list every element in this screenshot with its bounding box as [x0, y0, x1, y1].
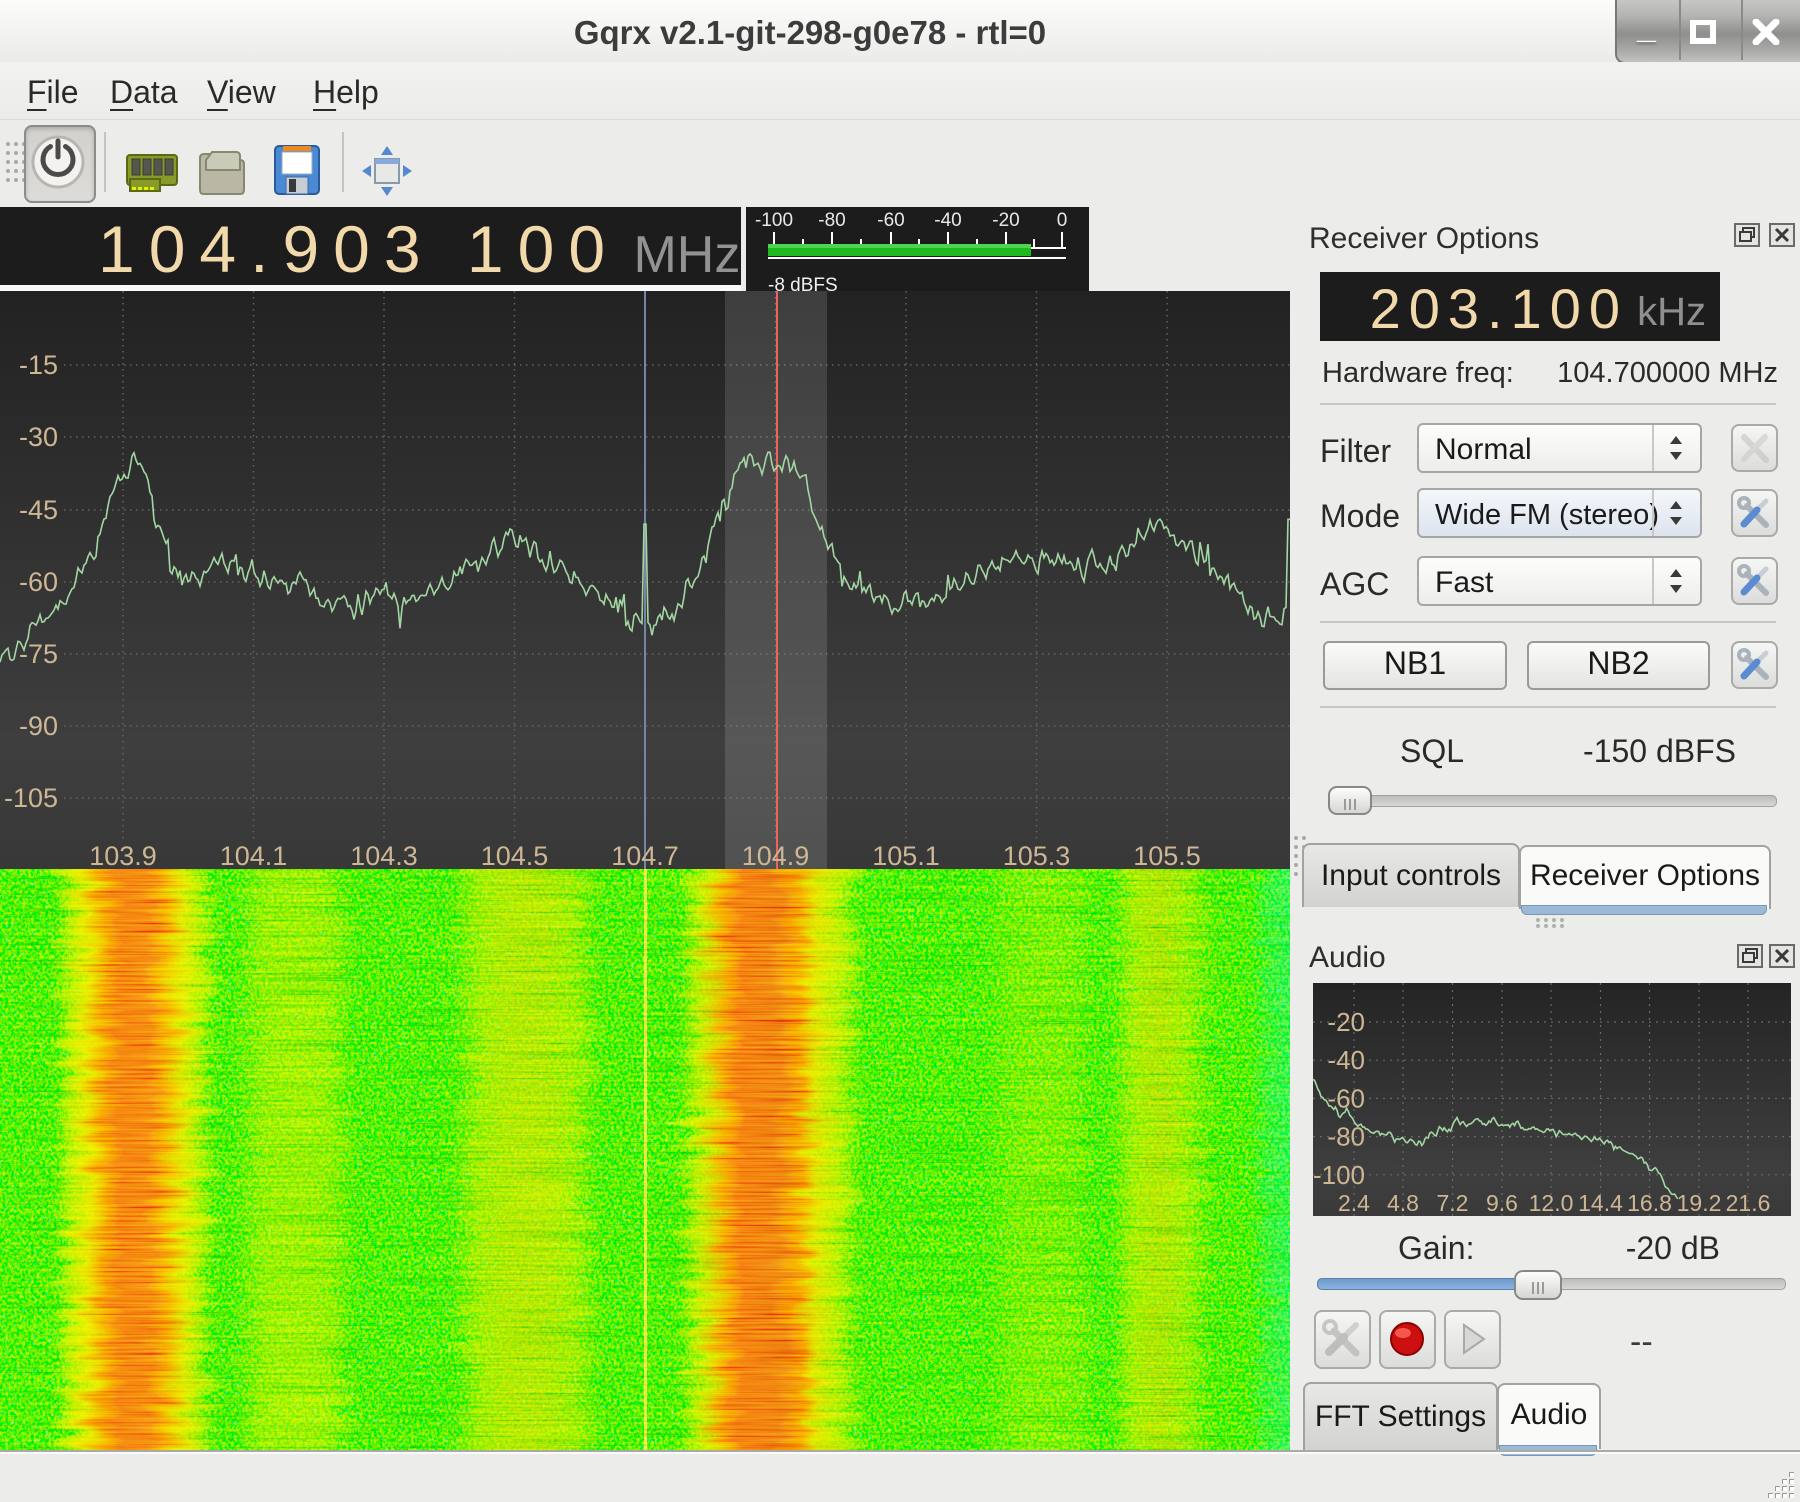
svg-text:105.1: 105.1 [872, 841, 940, 869]
svg-text:104.1: 104.1 [220, 841, 288, 869]
svg-text:-105: -105 [4, 783, 58, 813]
svg-text:104.3: 104.3 [350, 841, 418, 869]
svg-text:21.6: 21.6 [1726, 1190, 1771, 1216]
svg-text:4.8: 4.8 [1387, 1190, 1419, 1216]
svg-text:12.0: 12.0 [1529, 1190, 1574, 1216]
svg-text:-20: -20 [992, 210, 1019, 231]
svg-text:19.2: 19.2 [1677, 1190, 1722, 1216]
svg-text:-8 dBFS: -8 dBFS [768, 275, 838, 292]
svg-text:105.5: 105.5 [1133, 841, 1201, 869]
svg-text:-100: -100 [1313, 1160, 1365, 1190]
svg-text:-40: -40 [1327, 1045, 1365, 1075]
svg-text:16.8: 16.8 [1627, 1190, 1672, 1216]
svg-text:9.6: 9.6 [1486, 1190, 1518, 1216]
svg-text:-15: -15 [19, 350, 58, 380]
svg-text:-60: -60 [877, 210, 904, 231]
svg-text:-40: -40 [934, 210, 961, 231]
svg-text:0: 0 [1057, 210, 1068, 231]
svg-text:14.4: 14.4 [1578, 1190, 1623, 1216]
svg-text:104.7: 104.7 [611, 841, 679, 869]
svg-text:104.9: 104.9 [742, 841, 810, 869]
svg-text:105.3: 105.3 [1003, 841, 1071, 869]
svg-text:-20: -20 [1327, 1007, 1365, 1037]
svg-text:7.2: 7.2 [1437, 1190, 1469, 1216]
svg-text:-80: -80 [818, 210, 845, 231]
svg-text:-60: -60 [1327, 1083, 1365, 1113]
svg-text:103.9: 103.9 [89, 841, 157, 869]
svg-text:2.4: 2.4 [1338, 1190, 1370, 1216]
svg-text:-80: -80 [1327, 1122, 1365, 1152]
svg-text:-90: -90 [19, 711, 58, 741]
svg-text:104.5: 104.5 [481, 841, 549, 869]
svg-text:-75: -75 [19, 639, 58, 669]
svg-text:-30: -30 [19, 422, 58, 452]
svg-text:-45: -45 [19, 495, 58, 525]
svg-text:-60: -60 [19, 567, 58, 597]
svg-text:-100: -100 [755, 210, 793, 231]
